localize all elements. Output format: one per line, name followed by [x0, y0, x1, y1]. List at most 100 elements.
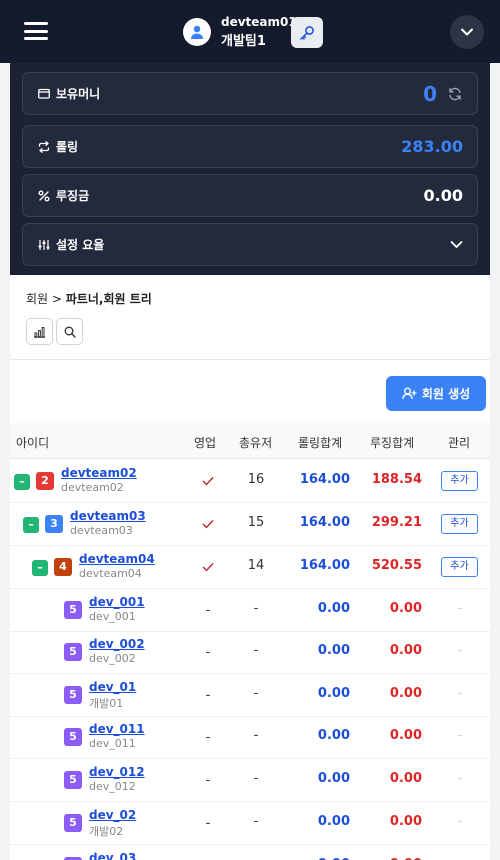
sales-cell: -: [205, 815, 211, 831]
collapse-toggle[interactable]: –: [32, 560, 48, 576]
rolling-sum-cell: 0.00: [317, 643, 350, 658]
sales-cell: -: [205, 729, 211, 745]
chevron-down-icon: [461, 28, 473, 36]
member-id-link[interactable]: dev_02: [89, 808, 136, 822]
table-row: –3 devteam03 devteam03 15 164.00 299.21 추가: [10, 503, 490, 546]
rolling-sum-cell: 164.00: [299, 472, 350, 487]
loss-label: 루징금: [56, 189, 90, 203]
refresh-icon[interactable]: [447, 86, 463, 102]
manage-cell: -: [457, 728, 463, 742]
key-button[interactable]: [291, 17, 323, 48]
main-content: 회원 > 파트너,회원 트리 회원 생성 아이디 영업 총유저 롤링합계 루징합…: [10, 275, 490, 860]
key-icon: [300, 25, 314, 40]
rolling-sum-cell: 0.00: [317, 728, 350, 743]
chart-button[interactable]: [26, 318, 53, 345]
table-row: 5 dev_02 개발02 - - 0.00 0.00 -: [10, 802, 490, 845]
table-row: 5 dev_01 개발01 - - 0.00 0.00 -: [10, 674, 490, 717]
loss-sum-cell: 0.00: [389, 814, 422, 829]
collapse-toggle[interactable]: –: [23, 517, 39, 533]
level-badge: 3: [45, 515, 63, 533]
cash-value: 0: [423, 81, 437, 106]
member-id-link[interactable]: devteam02: [61, 466, 137, 480]
level-badge: 5: [64, 643, 82, 661]
total-holders-cell: -: [253, 728, 259, 743]
menu-icon[interactable]: [24, 22, 48, 40]
table-header: 아이디 영업 총유저 롤링합계 루징합계 관리: [10, 423, 490, 459]
table-row: 5 dev_001 dev_001 - - 0.00 0.00 -: [10, 589, 490, 632]
add-button[interactable]: 추가: [441, 514, 478, 534]
member-id-link[interactable]: dev_012: [89, 765, 145, 779]
table-row: –2 devteam02 devteam02 16 164.00 188.54 추가: [10, 460, 490, 503]
sales-cell: -: [205, 602, 211, 618]
manage-cell: -: [457, 643, 463, 657]
add-button[interactable]: 추가: [441, 557, 478, 577]
member-id-link[interactable]: devteam03: [70, 509, 146, 523]
breadcrumb-separator: >: [51, 292, 62, 306]
table-row: 5 dev_002 dev_002 - - 0.00 0.00 -: [10, 631, 490, 674]
member-id-link[interactable]: devteam04: [79, 552, 155, 566]
table-row: 5 dev_011 dev_011 - - 0.00 0.00 -: [10, 716, 490, 759]
manage-cell: -: [457, 686, 463, 700]
loss-sum-cell: 188.54: [371, 472, 422, 487]
search-icon: [64, 326, 76, 338]
member-id-link[interactable]: dev_03: [89, 851, 136, 860]
loss-sum-cell: 0.00: [389, 601, 422, 616]
total-holders-cell: -: [253, 601, 259, 616]
breadcrumb-root[interactable]: 회원: [26, 292, 48, 306]
summary-panel: 보유머니 0 롤링 283.00 루징금 0.00 설정 요율: [10, 63, 490, 275]
create-member-button[interactable]: 회원 생성: [386, 376, 486, 411]
member-nickname: 개발01: [89, 697, 124, 710]
member-id-link[interactable]: dev_002: [89, 637, 145, 651]
member-nickname: dev_012: [89, 780, 136, 793]
col-sales: 영업: [194, 436, 217, 450]
member-id-link[interactable]: dev_01: [89, 680, 136, 694]
col-id: 아이디: [16, 436, 50, 450]
level-badge: 2: [36, 472, 54, 490]
user-icon: [191, 25, 203, 39]
col-loss-sum: 루징합계: [370, 436, 415, 450]
table-row: 5 dev_012 dev_012 - - 0.00 0.00 -: [10, 759, 490, 802]
member-nickname: dev_002: [89, 652, 136, 665]
avatar[interactable]: [183, 18, 211, 46]
profile-dropdown-button[interactable]: [450, 15, 484, 49]
rolling-sum-cell: 0.00: [317, 771, 350, 786]
rolling-value: 283.00: [401, 137, 463, 156]
member-nickname: devteam02: [61, 481, 124, 494]
member-id-link[interactable]: dev_001: [89, 595, 145, 609]
member-nickname: dev_001: [89, 610, 136, 623]
rolling-sum-cell: 164.00: [299, 558, 350, 573]
total-holders-cell: -: [253, 771, 259, 786]
sales-check-icon: [200, 472, 216, 490]
sales-cell: -: [205, 644, 211, 660]
col-manage: 관리: [448, 436, 471, 450]
settings-rate-toggle[interactable]: 설정 요율: [22, 223, 478, 266]
repeat-icon: [38, 140, 50, 153]
search-button[interactable]: [56, 318, 83, 345]
header-user-name: 개발팀1: [221, 34, 266, 49]
loss-sum-cell: 520.55: [371, 558, 422, 573]
total-holders-cell: -: [253, 814, 259, 829]
cash-card: 보유머니 0: [22, 72, 478, 115]
sales-check-icon: [200, 515, 216, 533]
member-nickname: dev_011: [89, 737, 136, 750]
col-rolling-sum: 롤링합계: [298, 436, 343, 450]
manage-cell: -: [457, 814, 463, 828]
cash-label: 보유머니: [56, 87, 101, 101]
rolling-sum-cell: 0.00: [317, 601, 350, 616]
user-plus-icon: [402, 387, 417, 400]
rolling-sum-cell: 0.00: [317, 686, 350, 701]
total-holders-cell: 16: [247, 472, 265, 487]
total-holders-cell: 15: [247, 515, 265, 530]
table-row: –4 devteam04 devteam04 14 164.00 520.55 추가: [10, 546, 490, 589]
member-nickname: devteam04: [79, 567, 142, 580]
divider: [10, 359, 490, 360]
level-badge: 5: [64, 728, 82, 746]
loss-sum-cell: 0.00: [389, 771, 422, 786]
add-button[interactable]: 추가: [441, 471, 478, 491]
bar-chart-icon: [34, 326, 45, 338]
level-badge: 5: [64, 601, 82, 619]
collapse-toggle[interactable]: –: [14, 474, 30, 490]
sales-check-icon: [200, 558, 216, 576]
member-id-link[interactable]: dev_011: [89, 722, 145, 736]
chevron-down-icon: [450, 241, 463, 248]
